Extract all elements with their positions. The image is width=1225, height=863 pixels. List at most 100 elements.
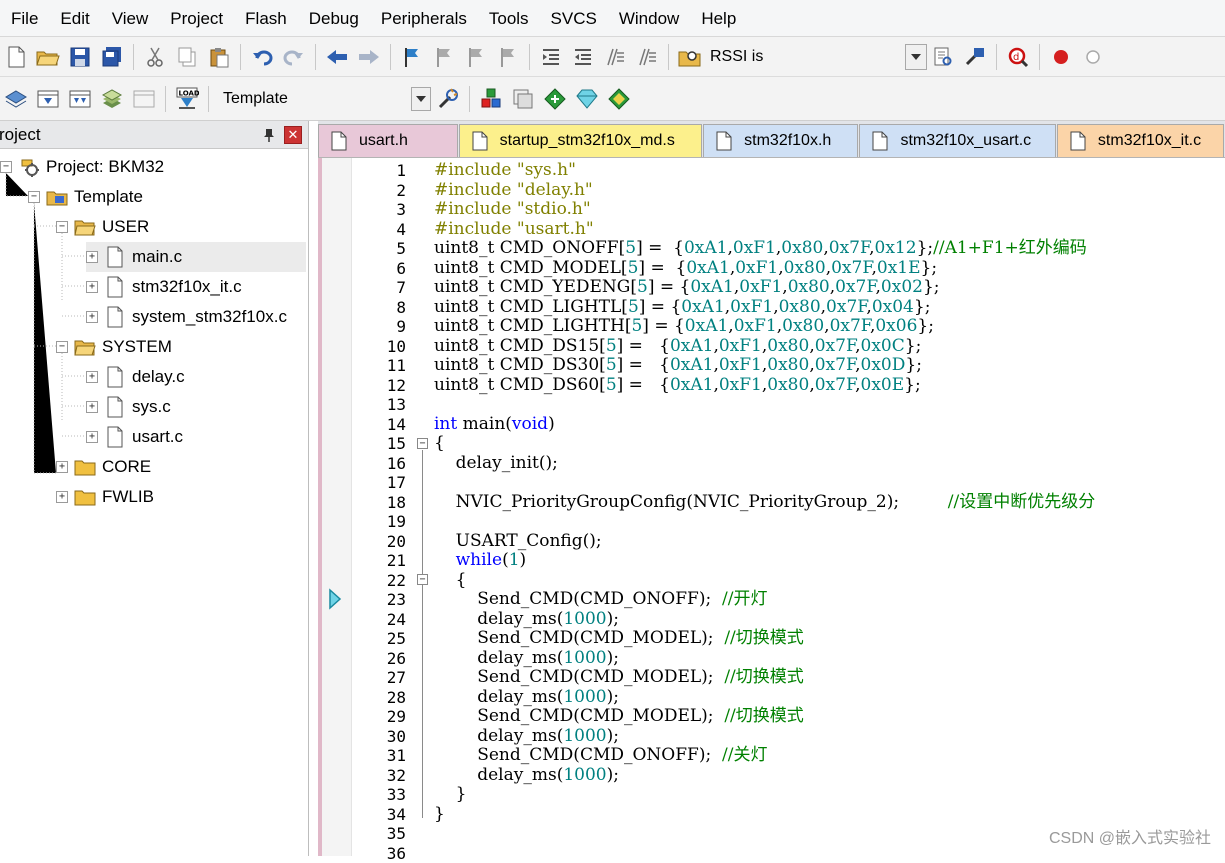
comment-icon[interactable] — [601, 43, 629, 71]
code-line[interactable]: while(1) — [434, 551, 526, 571]
menu-debug[interactable]: Debug — [298, 0, 370, 37]
find-in-files-icon[interactable] — [676, 43, 704, 71]
pin-icon[interactable] — [260, 126, 278, 144]
bookmark-icon[interactable] — [398, 43, 426, 71]
code-line[interactable]: uint8_t CMD_ONOFF[5] = {0xA1,0xF1,0x80,0… — [434, 239, 1087, 259]
copy-icon[interactable] — [173, 43, 201, 71]
code-line[interactable]: uint8_t CMD_YEDENG[5] = {0xA1,0xF1,0x80,… — [434, 278, 940, 298]
code-line[interactable]: uint8_t CMD_LIGHTL[5] = {0xA1,0xF1,0x80,… — [434, 298, 930, 318]
menu-project[interactable]: Project — [159, 0, 234, 37]
close-icon[interactable]: ✕ — [284, 126, 302, 144]
tab-usart-h[interactable]: usart.h — [318, 124, 458, 157]
tree-file-main-c[interactable]: + main.c — [86, 242, 306, 272]
target-select[interactable]: Template — [214, 86, 432, 112]
select-software-packs-icon[interactable] — [573, 85, 601, 113]
menu-tools[interactable]: Tools — [478, 0, 540, 37]
code-editor[interactable]: − − 123456789101112131415161718192021222… — [318, 158, 1225, 856]
code-line[interactable]: uint8_t CMD_LIGHTH[5] = {0xA1,0xF1,0x80,… — [434, 317, 934, 337]
code-line[interactable]: { — [434, 571, 466, 591]
code-line[interactable]: #include "stdio.h" — [434, 200, 591, 220]
tab-startup-stm32f10x-md-s[interactable]: startup_stm32f10x_md.s — [459, 124, 703, 157]
menu-window[interactable]: Window — [608, 0, 690, 37]
pack-installer-icon[interactable] — [541, 85, 569, 113]
next-bookmark-icon[interactable] — [462, 43, 490, 71]
expand-icon[interactable]: + — [86, 401, 98, 413]
prev-bookmark-icon[interactable] — [430, 43, 458, 71]
collapse-icon[interactable]: − — [56, 341, 68, 353]
code-line[interactable]: int main(void) — [434, 415, 555, 435]
target-options-icon[interactable] — [434, 85, 462, 113]
code-line[interactable]: } — [434, 805, 445, 825]
tab-stm32f10x-h[interactable]: stm32f10x.h — [703, 124, 858, 157]
navigate-forward-icon[interactable] — [355, 43, 383, 71]
search-combo[interactable] — [905, 44, 927, 70]
code-line[interactable]: uint8_t CMD_MODEL[5] = {0xA1,0xF1,0x80,0… — [434, 259, 937, 279]
tree-file-sys-c[interactable]: + sys.c — [86, 392, 171, 422]
download-icon[interactable]: LOAD — [173, 85, 201, 113]
collapse-icon[interactable]: − — [0, 161, 12, 173]
collapse-icon[interactable]: − — [28, 191, 40, 203]
tree-group-user[interactable]: − USER — [56, 212, 149, 242]
menu-svcs[interactable]: SVCS — [540, 0, 608, 37]
code-line[interactable]: Send_CMD(CMD_MODEL); //切换模式 — [434, 629, 804, 649]
chevron-down-icon[interactable] — [906, 45, 926, 69]
chevron-down-icon[interactable] — [411, 87, 431, 111]
collapse-icon[interactable]: − — [56, 221, 68, 233]
code-line[interactable]: Send_CMD(CMD_MODEL); //切换模式 — [434, 707, 804, 727]
tab-stm32f10x-usart-c[interactable]: stm32f10x_usart.c — [859, 124, 1055, 157]
navigate-back-icon[interactable] — [323, 43, 351, 71]
breakpoint-icon[interactable] — [1047, 43, 1075, 71]
redo-icon[interactable] — [280, 43, 308, 71]
translate-icon[interactable] — [2, 85, 30, 113]
run-time-environment-icon[interactable] — [605, 85, 633, 113]
build-icon[interactable] — [34, 85, 62, 113]
tree-project-root[interactable]: − Project: BKM32 — [0, 152, 164, 182]
batch-build-icon[interactable] — [98, 85, 126, 113]
code-line[interactable]: Send_CMD(CMD_ONOFF); //开灯 — [434, 590, 767, 610]
tab-stm32f10x-it-c[interactable]: stm32f10x_it.c — [1057, 124, 1224, 157]
stop-build-icon[interactable] — [130, 85, 158, 113]
expand-icon[interactable]: + — [56, 491, 68, 503]
tree-file-delay-c[interactable]: + delay.c — [86, 362, 185, 392]
code-line[interactable]: delay_ms(1000); — [434, 766, 619, 786]
code-line[interactable]: } — [434, 785, 466, 805]
file-extensions-icon[interactable] — [509, 85, 537, 113]
tree-group-fwlib[interactable]: + FWLIB — [56, 482, 154, 512]
indent-icon[interactable] — [537, 43, 565, 71]
code-line[interactable]: delay_ms(1000); — [434, 688, 619, 708]
code-line[interactable]: delay_init(); — [434, 454, 558, 474]
tree-group-core[interactable]: + CORE — [56, 452, 151, 482]
clear-bookmarks-icon[interactable] — [494, 43, 522, 71]
code-line[interactable]: USART_Config(); — [434, 532, 602, 552]
expand-icon[interactable]: + — [86, 311, 98, 323]
expand-icon[interactable]: + — [56, 461, 68, 473]
code-line[interactable]: #include "usart.h" — [434, 220, 594, 240]
expand-icon[interactable]: + — [86, 281, 98, 293]
code-line[interactable]: uint8_t CMD_DS15[5] = {0xA1,0xF1,0x80,0x… — [434, 337, 921, 357]
incremental-find-icon[interactable] — [961, 43, 989, 71]
tree-file-usart-c[interactable]: + usart.c — [86, 422, 183, 452]
open-file-icon[interactable] — [34, 43, 62, 71]
menu-edit[interactable]: Edit — [49, 0, 100, 37]
menu-view[interactable]: View — [101, 0, 160, 37]
menu-help[interactable]: Help — [690, 0, 747, 37]
debug-session-icon[interactable]: d — [1004, 43, 1032, 71]
code-line[interactable]: Send_CMD(CMD_ONOFF); //关灯 — [434, 746, 767, 766]
code-line[interactable]: delay_ms(1000); — [434, 649, 619, 669]
code-line[interactable]: uint8_t CMD_DS60[5] = {0xA1,0xF1,0x80,0x… — [434, 376, 921, 396]
breakpoint-margin[interactable] — [322, 158, 352, 856]
tree-group-system[interactable]: − SYSTEM — [56, 332, 172, 362]
menu-file[interactable]: File — [0, 0, 49, 37]
code-line[interactable]: Send_CMD(CMD_MODEL); //切换模式 — [434, 668, 804, 688]
find-icon[interactable] — [929, 43, 957, 71]
save-icon[interactable] — [66, 43, 94, 71]
expand-icon[interactable]: + — [86, 371, 98, 383]
code-line[interactable]: #include "delay.h" — [434, 181, 593, 201]
manage-components-icon[interactable] — [477, 85, 505, 113]
menu-flash[interactable]: Flash — [234, 0, 298, 37]
code-line[interactable]: delay_ms(1000); — [434, 610, 619, 630]
code-line[interactable]: uint8_t CMD_DS30[5] = {0xA1,0xF1,0x80,0x… — [434, 356, 922, 376]
disable-breakpoint-icon[interactable] — [1079, 43, 1107, 71]
code-line[interactable]: { — [434, 434, 445, 454]
undo-icon[interactable] — [248, 43, 276, 71]
